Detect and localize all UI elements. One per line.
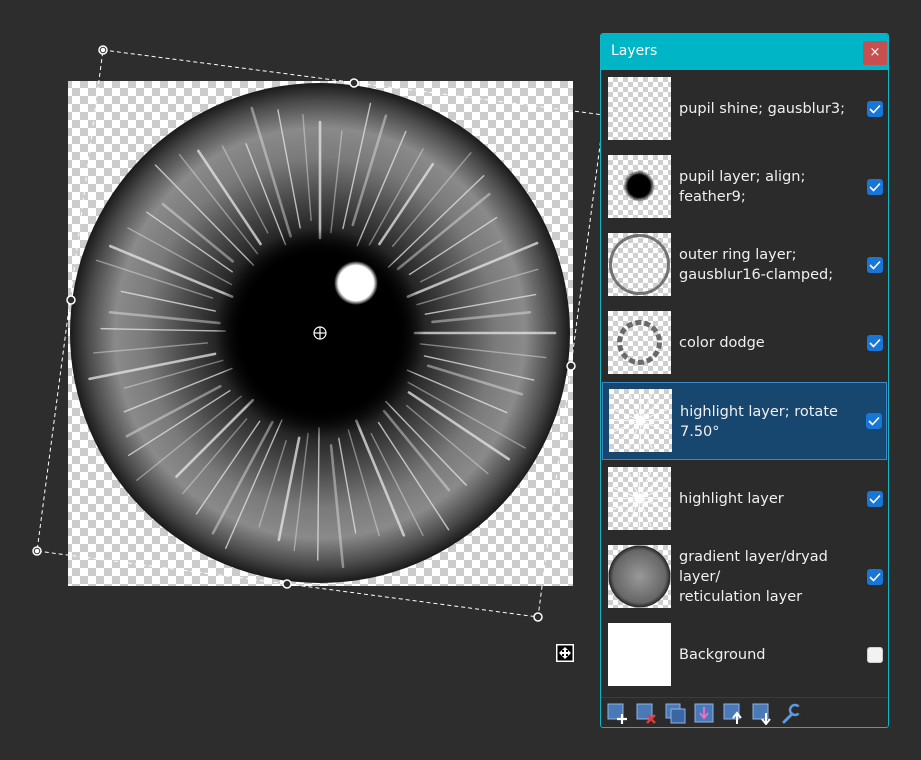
layer-name: pupil shine; gausblur3;: [679, 101, 845, 117]
move-down-icon[interactable]: [752, 703, 774, 725]
layer-row-outer-ring[interactable]: outer ring layer; gausblur16-clamped;: [601, 226, 888, 304]
panel-title: Layers: [611, 43, 658, 59]
layer-thumbnail: [608, 155, 671, 218]
visibility-checkbox[interactable]: [867, 647, 883, 663]
delete-layer-icon[interactable]: [636, 703, 658, 725]
layer-thumbnail: [609, 389, 672, 452]
layer-row-pupil-shine[interactable]: pupil shine; gausblur3;: [601, 70, 888, 148]
layer-row-gradient[interactable]: gradient layer/dryad layer/ reticulation…: [601, 538, 888, 616]
panel-header[interactable]: Layers ×: [601, 34, 888, 70]
layer-name: highlight layer: [679, 491, 784, 507]
layer-row-background[interactable]: Background: [601, 616, 888, 694]
layer-name: Background: [679, 647, 766, 663]
add-layer-icon[interactable]: [607, 703, 629, 725]
layer-row-color-dodge[interactable]: color dodge: [601, 304, 888, 382]
visibility-checkbox[interactable]: [867, 491, 883, 507]
layers-toolbar: [601, 697, 888, 727]
layer-thumbnail: [608, 233, 671, 296]
visibility-checkbox[interactable]: [866, 413, 882, 429]
properties-icon[interactable]: [780, 703, 802, 725]
move-up-icon[interactable]: [723, 703, 745, 725]
layer-name: outer ring layer; gausblur16-clamped;: [679, 247, 834, 283]
layer-thumbnail: [608, 545, 671, 608]
layer-name: gradient layer/dryad layer/ reticulation…: [679, 549, 828, 605]
layer-name: pupil layer; align; feather9;: [679, 169, 806, 205]
visibility-checkbox[interactable]: [867, 101, 883, 117]
rotation-center-icon[interactable]: [313, 326, 327, 340]
visibility-checkbox[interactable]: [867, 257, 883, 273]
layer-name: highlight layer; rotate 7.50°: [680, 404, 838, 440]
duplicate-layer-icon[interactable]: [665, 703, 687, 725]
layer-thumbnail: [608, 77, 671, 140]
close-button[interactable]: ×: [863, 41, 887, 65]
layer-list: pupil shine; gausblur3; pupil layer; ali…: [601, 70, 888, 694]
layer-row-pupil[interactable]: pupil layer; align; feather9;: [601, 148, 888, 226]
layer-name: color dodge: [679, 335, 765, 351]
layer-thumbnail: [608, 467, 671, 530]
layer-row-highlight-rotate[interactable]: highlight layer; rotate 7.50°: [602, 382, 887, 460]
layers-panel: Layers × pupil shine; gausblur3; pupil l…: [600, 33, 889, 728]
layer-thumbnail: [608, 311, 671, 374]
move-cursor-icon: [556, 644, 574, 662]
merge-down-icon[interactable]: [694, 703, 716, 725]
layer-thumbnail: [608, 623, 671, 686]
layer-row-highlight[interactable]: highlight layer: [601, 460, 888, 538]
visibility-checkbox[interactable]: [867, 335, 883, 351]
visibility-checkbox[interactable]: [867, 569, 883, 585]
visibility-checkbox[interactable]: [867, 179, 883, 195]
